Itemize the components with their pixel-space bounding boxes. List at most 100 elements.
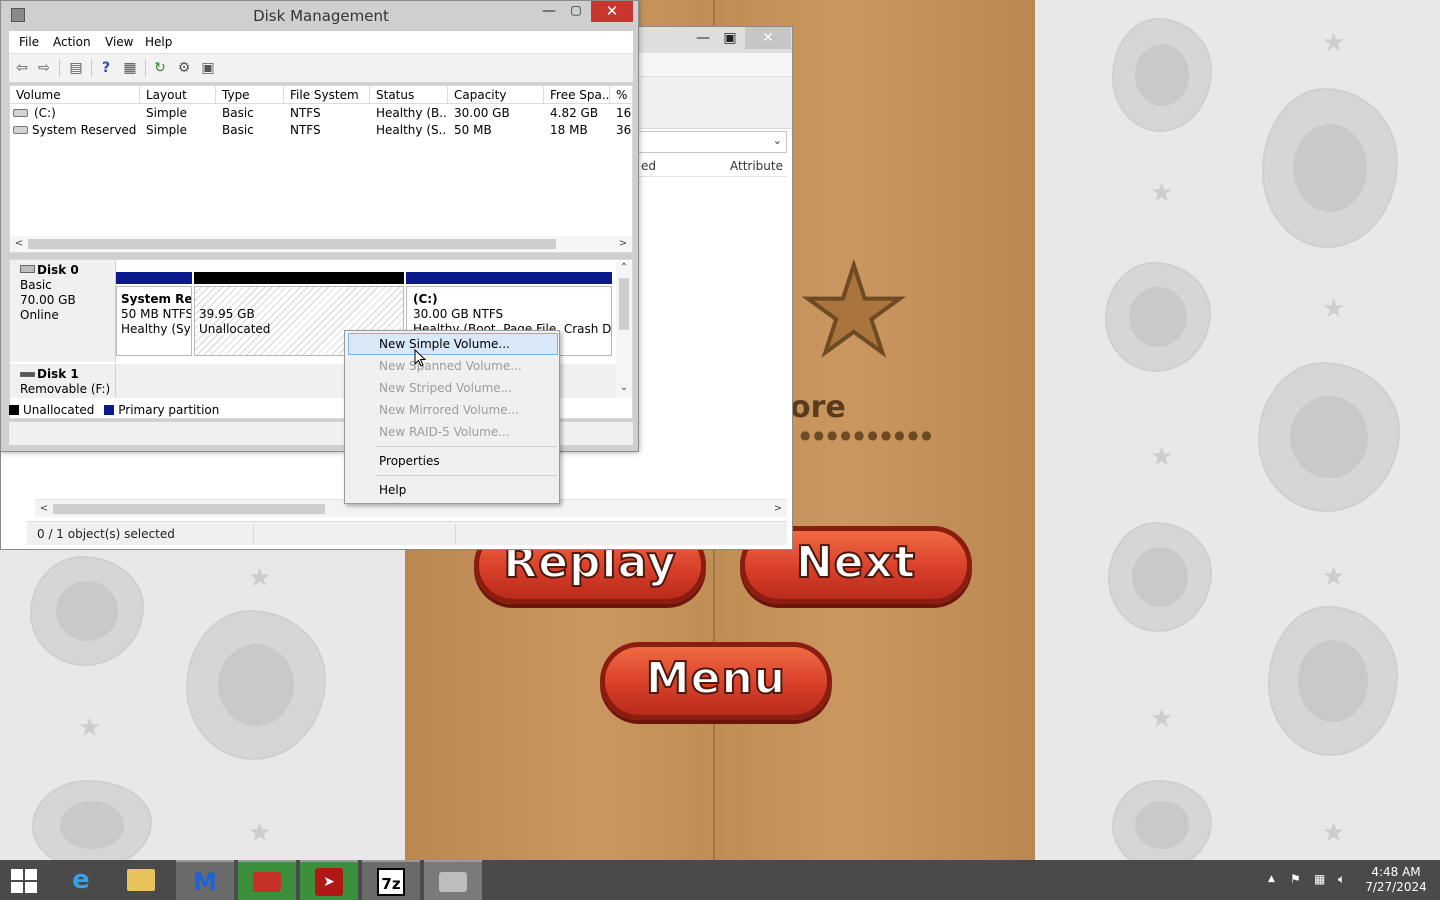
column-header-type[interactable]: Type bbox=[216, 86, 284, 104]
cell-layout: Simple bbox=[146, 106, 187, 120]
cell-free-space: 18 MB bbox=[550, 123, 588, 137]
scroll-right-icon[interactable]: > bbox=[616, 236, 630, 252]
toolbar-divider bbox=[145, 59, 146, 77]
menu-bar: File Action View Help bbox=[9, 31, 633, 53]
clock-time: 4:48 AM bbox=[1371, 865, 1421, 879]
close-button[interactable]: ✕ bbox=[745, 27, 791, 49]
table-row[interactable]: System Reserved Simple Basic NTFS Health… bbox=[10, 122, 632, 139]
menu-item-new-spanned-volume[interactable]: New Spanned Volume... bbox=[348, 355, 558, 377]
column-header-attributes[interactable]: Attribute bbox=[730, 159, 783, 173]
menu-item-help[interactable]: Help bbox=[348, 479, 558, 501]
bg-star-icon: ★ bbox=[1150, 704, 1174, 734]
scroll-left-icon[interactable]: < bbox=[12, 236, 26, 252]
minimize-button[interactable]: — bbox=[691, 27, 715, 49]
column-header-row: ed Attribute bbox=[637, 155, 787, 177]
cell-volume: System Reserved bbox=[32, 123, 137, 137]
column-header-capacity[interactable]: Capacity bbox=[448, 86, 544, 104]
taskbar-disk-management[interactable] bbox=[424, 860, 482, 900]
maximize-button[interactable]: ▣ bbox=[717, 27, 743, 49]
scroll-up-icon[interactable]: ⌃ bbox=[617, 260, 631, 276]
cell-layout: Simple bbox=[146, 123, 187, 137]
disk-0-state: Online bbox=[20, 308, 59, 322]
partition-size: 50 MB NTFS bbox=[121, 307, 192, 321]
legend-swatch-primary bbox=[104, 405, 115, 415]
menu-file[interactable]: File bbox=[19, 35, 39, 49]
disk-0-info[interactable]: Disk 0 Basic 70.00 GB Online bbox=[10, 260, 116, 362]
bg-decoration-blob bbox=[1108, 522, 1212, 632]
column-header-file-system[interactable]: File System bbox=[284, 86, 370, 104]
taskbar-pdf-reader[interactable]: ➤ bbox=[300, 860, 358, 900]
chevron-down-icon: ⌄ bbox=[772, 134, 782, 147]
view-dropdown[interactable]: ⌄ bbox=[637, 131, 787, 153]
menu-item-properties[interactable]: Properties bbox=[348, 450, 558, 472]
status-bar: 0 / 1 object(s) selected bbox=[27, 521, 787, 545]
disk-icon bbox=[20, 372, 35, 377]
scroll-down-icon[interactable]: ⌄ bbox=[617, 380, 631, 396]
menu-view[interactable]: View bbox=[105, 35, 133, 49]
windows-logo-icon bbox=[11, 869, 23, 880]
scroll-left-icon[interactable]: < bbox=[37, 501, 51, 517]
disk-0-label: Disk 0 bbox=[37, 263, 79, 277]
cell-type: Basic bbox=[222, 106, 254, 120]
column-header-free-space[interactable]: Free Spa... bbox=[544, 86, 610, 104]
back-arrow-icon[interactable]: ⇦ bbox=[13, 59, 31, 77]
volume-muted-icon[interactable]: 🔈︎ bbox=[1338, 872, 1345, 887]
scrollbar-thumb[interactable] bbox=[619, 278, 629, 330]
taskbar-file-explorer[interactable] bbox=[112, 860, 170, 900]
taskbar-malwarebytes[interactable]: M bbox=[176, 860, 234, 900]
vertical-scrollbar[interactable]: ⌃ ⌄ bbox=[616, 262, 632, 398]
menu-action[interactable]: Action bbox=[53, 35, 91, 49]
menu-button[interactable]: Menu bbox=[600, 642, 832, 720]
close-button[interactable]: ✕ bbox=[591, 1, 633, 22]
disk-0-name: Disk 0 bbox=[20, 263, 115, 278]
disk-1-info[interactable]: Disk 1 Removable (F:) bbox=[10, 364, 116, 398]
action-center-flag-icon[interactable]: ⚑ bbox=[1290, 872, 1301, 886]
table-row[interactable]: (C:) Simple Basic NTFS Healthy (B... 30.… bbox=[10, 105, 632, 122]
column-header-layout[interactable]: Layout bbox=[140, 86, 216, 104]
scrollbar-thumb[interactable] bbox=[28, 239, 556, 249]
taskbar: e M ➤ 7z ▲ ⚑ ▦ 🔈︎ 4:48 AM 7/27/2024 bbox=[0, 860, 1440, 900]
taskbar-archive-app[interactable] bbox=[238, 860, 296, 900]
scrollbar-thumb[interactable] bbox=[53, 504, 325, 514]
legend-label-unallocated: Unallocated bbox=[23, 403, 95, 417]
folder-icon bbox=[127, 869, 155, 891]
start-button[interactable] bbox=[0, 860, 48, 900]
bg-star-icon: ★ bbox=[1150, 178, 1174, 208]
cell-file-system: NTFS bbox=[290, 123, 321, 137]
column-header-partial[interactable]: ed bbox=[641, 159, 656, 173]
minimize-button[interactable]: — bbox=[537, 3, 561, 23]
column-header-volume[interactable]: Volume bbox=[10, 86, 140, 104]
menu-item-new-mirrored-volume[interactable]: New Mirrored Volume... bbox=[348, 399, 558, 421]
properties-icon[interactable]: ▦ bbox=[121, 59, 139, 77]
menu-item-new-raid5-volume[interactable]: New RAID-5 Volume... bbox=[348, 421, 558, 443]
volume-list: Volume Layout Type File System Status Ca… bbox=[9, 85, 633, 253]
column-header-percent-free[interactable]: % F bbox=[610, 86, 632, 104]
refresh-icon[interactable]: ↻ bbox=[151, 59, 169, 77]
cell-capacity: 30.00 GB bbox=[454, 106, 510, 120]
horizontal-scrollbar[interactable]: < > bbox=[10, 236, 632, 252]
show-hide-console-tree-icon[interactable]: ▤ bbox=[67, 59, 85, 77]
scroll-right-icon[interactable]: > bbox=[771, 501, 785, 517]
menu-help[interactable]: Help bbox=[145, 35, 172, 49]
partition-system-reserved[interactable]: System Res 50 MB NTFS Healthy (Sys bbox=[116, 272, 192, 358]
selection-status: 0 / 1 object(s) selected bbox=[37, 527, 175, 541]
disk-management-icon bbox=[439, 872, 467, 892]
legend: Unallocated Primary partition bbox=[9, 401, 345, 419]
taskbar-internet-explorer[interactable]: e bbox=[52, 860, 110, 900]
disk-0-type: Basic bbox=[20, 278, 52, 292]
show-hidden-icons-icon[interactable]: ▲ bbox=[1268, 874, 1275, 884]
network-icon[interactable]: ▦ bbox=[1314, 872, 1325, 886]
forward-arrow-icon[interactable]: ⇨ bbox=[35, 59, 53, 77]
menu-item-new-simple-volume[interactable]: New Simple Volume... bbox=[348, 333, 558, 355]
column-header-status[interactable]: Status bbox=[370, 86, 448, 104]
rescan-disks-icon[interactable]: ⚙ bbox=[175, 59, 193, 77]
maximize-button[interactable]: ▢ bbox=[563, 3, 589, 23]
cell-percent-free: 36 bbox=[616, 123, 632, 137]
clock[interactable]: 4:48 AM 7/27/2024 bbox=[1364, 865, 1428, 895]
archive-app-icon bbox=[253, 872, 281, 892]
help-icon[interactable]: ? bbox=[97, 59, 115, 77]
taskbar-7zip[interactable]: 7z bbox=[362, 860, 420, 900]
menu-item-new-striped-volume[interactable]: New Striped Volume... bbox=[348, 377, 558, 399]
window-titlebar[interactable]: Disk Management — ▢ ✕ bbox=[1, 1, 638, 31]
settings-icon[interactable]: ▣ bbox=[199, 59, 217, 77]
